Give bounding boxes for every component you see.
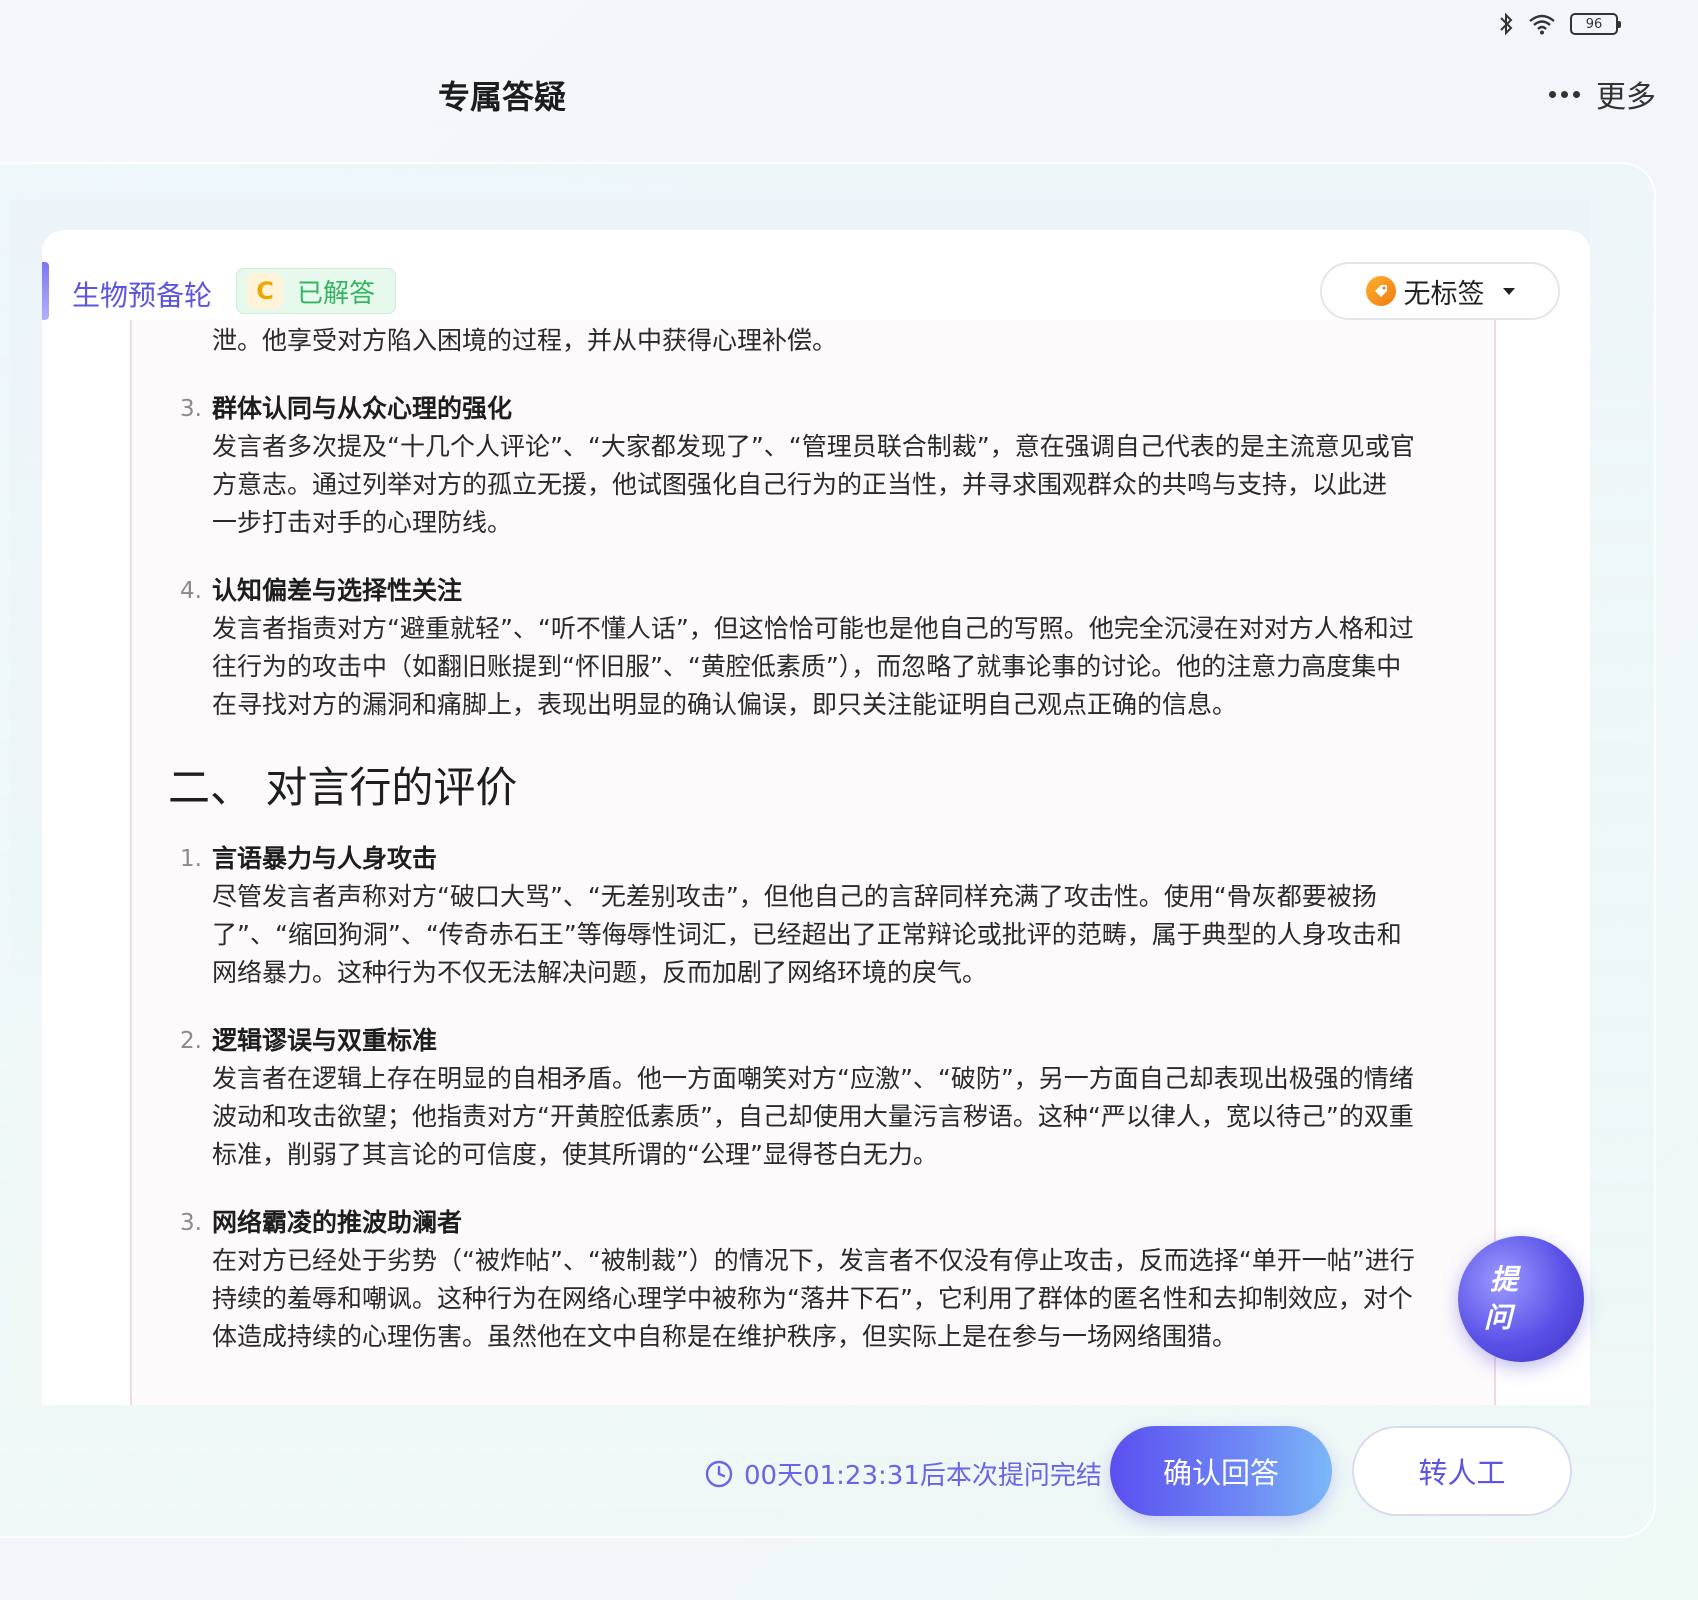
list-item-number: 2. [180, 1028, 202, 1054]
answer-card: 生物预备轮 C 已解答 无标签 泄。他享受对方陷入困境的过程，并从中获得心理补偿… [42, 230, 1590, 1405]
list-item-text: 一步打击对手的心理防线。 [212, 508, 513, 537]
wifi-icon [1528, 13, 1556, 35]
tag-label: 无标签 [1403, 278, 1485, 310]
transfer-human-button[interactable]: 转人工 [1352, 1426, 1572, 1516]
list-item-text: 方意志。通过列举对方的孤立无援，他试图强化自己行为的正当性，并寻求围观群众的共鸣… [212, 470, 1388, 499]
status-badge: C 已解答 [236, 268, 397, 314]
list-item: 4. 认知偏差与选择性关注 发言者指责对方“避重就轻”、“听不懂人话”，但这恰恰… [172, 572, 1472, 724]
list-item-title: 网络霸凌的推波助澜者 [212, 1208, 463, 1237]
list-item: 3. 群体认同与从众心理的强化 发言者多次提及“十几个人评论”、“大家都发现了”… [172, 390, 1472, 542]
bluetooth-icon [1498, 12, 1514, 36]
list-item-text: 发言者在逻辑上存在明显的自相矛盾。他一方面嘲笑对方“应激”、“破防”，另一方面自… [212, 1064, 1414, 1093]
subject-label: 生物预备轮 [72, 279, 213, 312]
caret-down-icon [1502, 287, 1515, 295]
countdown: 00天01:23:31后本次提问完结 [704, 1455, 1102, 1492]
more-button[interactable]: 更多 [1549, 72, 1656, 116]
section-heading: 二、 对言行的评价 [168, 763, 518, 812]
list-item-text: 发言者指责对方“避重就轻”、“听不懂人话”，但这恰恰可能也是他自己的写照。他完全… [212, 614, 1414, 643]
list-item-text: 在对方已经处于劣势（“被炸帖”、“被制裁”）的情况下，发言者不仅没有停止攻击，反… [212, 1246, 1415, 1275]
battery-indicator: 96 [1570, 13, 1621, 35]
tag-dropdown[interactable]: 无标签 [1320, 262, 1560, 320]
ask-char-2: 问 [1484, 1301, 1513, 1334]
answer-text: 泄。他享受对方陷入困境的过程，并从中获得心理补偿。 3. 群体认同与从众心理的强… [168, 320, 1472, 1356]
system-status-bar: 96 [1498, 10, 1621, 38]
card-header: 生物预备轮 C 已解答 无标签 [42, 230, 1590, 320]
paragraph-fragment: 泄。他享受对方陷入困境的过程，并从中获得心理补偿。 [212, 326, 838, 355]
confirm-answer-button[interactable]: 确认回答 [1110, 1426, 1332, 1516]
tag-icon [1365, 276, 1396, 306]
list-item-text: 体造成持续的心理伤害。虽然他在文中自称是在维护秩序，但实际上是在参与一场网络围猎… [212, 1322, 1238, 1351]
list-item-text: 尽管发言者声称对方“破口大骂”、“无差别攻击”，但他自己的言辞同样充满了攻击性。… [212, 882, 1377, 911]
accent-bar [42, 262, 49, 320]
list-item-title: 群体认同与从众心理的强化 [212, 394, 513, 423]
list-item: 1. 言语暴力与人身攻击 尽管发言者声称对方“破口大骂”、“无差别攻击”，但他自… [172, 840, 1472, 992]
page-title: 专属答疑 [438, 78, 567, 116]
list-item-number: 3. [180, 1210, 202, 1236]
countdown-text: 00天01:23:31后本次提问完结 [744, 1461, 1102, 1491]
list-item-text: 往行为的攻击中（如翻旧账提到“怀旧服”、“黄腔低素质”），而忽略了就事论事的讨论… [212, 652, 1402, 681]
list-item-number: 1. [180, 846, 202, 872]
list-item-text: 网络暴力。这种行为不仅无法解决问题，反而加剧了网络环境的戾气。 [212, 958, 988, 987]
list-item: 2. 逻辑谬误与双重标准 发言者在逻辑上存在明显的自相矛盾。他一方面嘲笑对方“应… [172, 1022, 1472, 1174]
list-item-title: 言语暴力与人身攻击 [212, 844, 438, 873]
bottom-action-bar: 00天01:23:31后本次提问完结 确认回答 转人工 [0, 1405, 1590, 1537]
more-label: 更多 [1596, 80, 1656, 115]
more-dots-icon [1549, 90, 1580, 98]
list-item-text: 了”、“缩回狗洞”、“传奇赤石王”等侮辱性词汇，已经超出了正常辩论或批评的范畴，… [212, 920, 1402, 949]
list-item-text: 发言者多次提及“十几个人评论”、“大家都发现了”、“管理员联合制裁”，意在强调自… [212, 432, 1415, 461]
list-item-text: 在寻找对方的漏洞和痛脚上，表现出明显的确认偏误，即只关注能证明自己观点正确的信息… [212, 690, 1238, 719]
answer-content[interactable]: 泄。他享受对方陷入困境的过程，并从中获得心理补偿。 3. 群体认同与从众心理的强… [130, 320, 1496, 1405]
list-item: 3. 网络霸凌的推波助澜者 在对方已经处于劣势（“被炸帖”、“被制裁”）的情况下… [172, 1204, 1472, 1356]
clock-icon [704, 1459, 734, 1489]
list-item-text: 持续的羞辱和嘲讽。这种行为在网络心理学中被称为“落井下石”，它利用了群体的匿名性… [212, 1284, 1413, 1313]
ask-question-button[interactable]: 提 问 [1458, 1236, 1584, 1362]
list-item-title: 认知偏差与选择性关注 [212, 576, 463, 605]
list-item-number: 3. [180, 396, 202, 422]
list-item-title: 逻辑谬误与双重标准 [212, 1026, 438, 1055]
status-label: 已解答 [297, 278, 376, 309]
list-item-number: 4. [180, 578, 202, 604]
grade-c-icon: C [247, 273, 283, 309]
list-item-text: 标准，削弱了其言论的可信度，使其所谓的“公理”显得苍白无力。 [212, 1140, 938, 1169]
ask-char-1: 提 [1490, 1263, 1519, 1296]
list-item-text: 波动和攻击欲望；他指责对方“开黄腔低素质”，自己却使用大量污言秽语。这种“严以律… [212, 1102, 1414, 1131]
